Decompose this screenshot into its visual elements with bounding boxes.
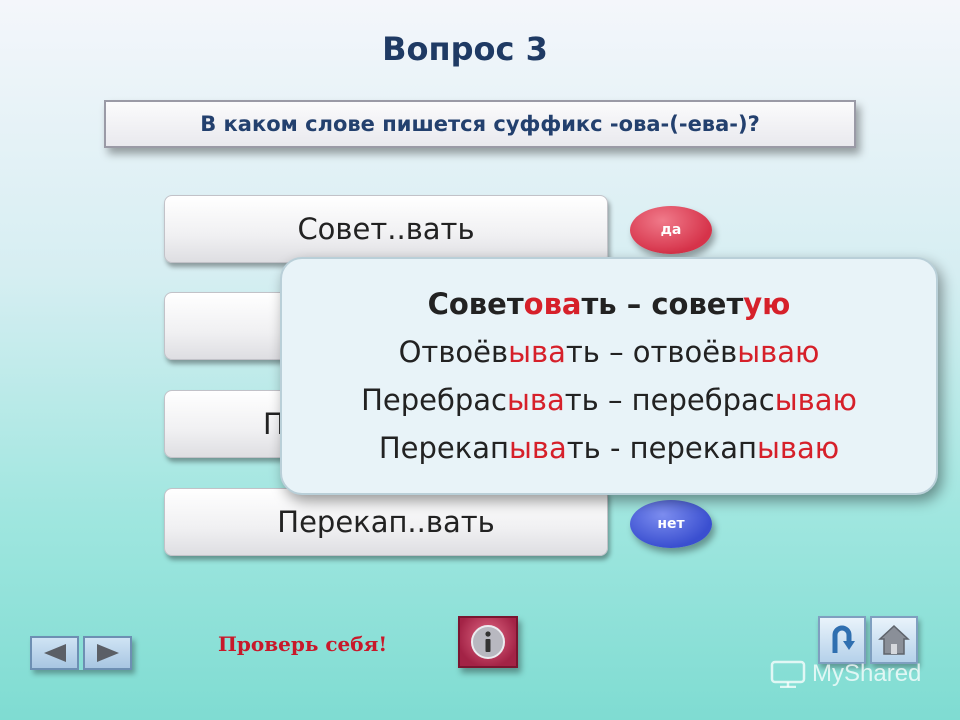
no-badge[interactable]: нет [630,500,712,548]
popup-line-3-suffix: ыва [506,383,565,417]
answer-option-1-label: Совет..вать [297,212,475,246]
return-arrow-icon [832,625,855,653]
prev-slide-button[interactable] [30,636,79,670]
watermark: MyShared [770,660,921,688]
answer-option-1[interactable]: Совет..вать [164,195,608,263]
popup-line-4-suffix: ыва [509,431,567,465]
popup-line-1-suffix: ова [523,287,582,321]
popup-line-4-part: Перекап [378,431,510,465]
popup-line-3-ending: ываю [774,383,857,417]
self-check-label[interactable]: Проверь себя! [218,632,387,656]
info-icon [471,625,505,659]
no-badge-label: нет [657,516,685,532]
next-slide-button[interactable] [83,636,132,670]
home-icon [878,624,910,655]
popup-line-2-ending: ываю [737,335,820,369]
return-button[interactable] [818,616,866,664]
presentation-icon [770,660,806,688]
yes-badge[interactable]: да [630,206,712,254]
question-text: В каком слове пишется суффикс -ова-(-ева… [200,112,760,136]
answer-option-4-label: Перекап..вать [277,505,495,539]
popup-line-4-part: ть - перекап [566,431,757,465]
popup-line-1-part: ть – совет [581,287,744,321]
answer-popup: Советовать – советую Отвоёвывать – отвоё… [280,257,938,495]
popup-line-3-part: ть – перебрас [564,383,775,417]
info-button[interactable] [458,616,518,668]
popup-line-2-suffix: ыва [508,335,566,369]
yes-badge-label: да [660,222,682,238]
popup-line-4: Перекапывать - перекапываю [379,424,839,472]
popup-line-4-ending: ываю [756,431,840,465]
home-button[interactable] [870,616,918,664]
popup-line-2-part: ть – отвоёв [565,335,738,369]
popup-line-1-ending: ую [743,287,791,321]
watermark-text: MyShared [812,660,922,687]
popup-line-1-part: Совет [427,287,524,321]
popup-line-2-part: Отвоёв [398,335,509,369]
arrow-right-icon [96,644,119,662]
slide-title: Вопрос 3 [382,30,548,68]
question-banner: В каком слове пишется суффикс -ова-(-ева… [104,100,856,148]
slide-navigation [30,636,132,670]
popup-line-1: Советовать – советую [428,280,791,328]
popup-line-3: Перебрасывать – перебрасываю [361,376,857,424]
popup-line-3-part: Перебрас [361,383,507,417]
answer-option-4[interactable]: Перекап..вать [164,488,608,556]
arrow-left-icon [43,644,66,662]
popup-line-2: Отвоёвывать – отвоёвываю [399,328,820,376]
